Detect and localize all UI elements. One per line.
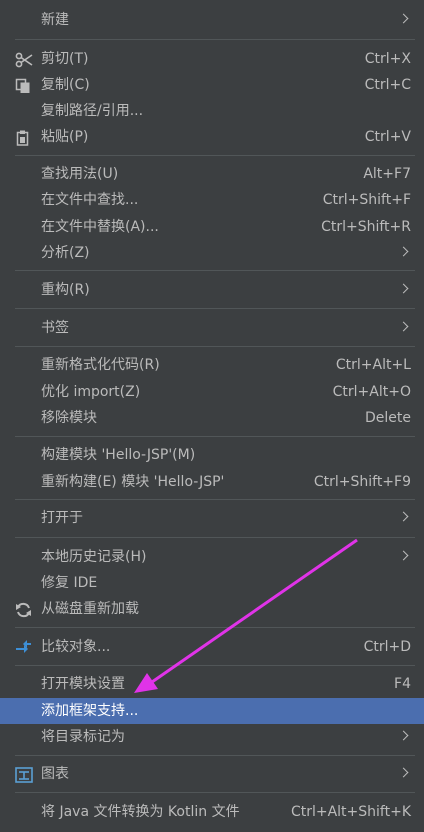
- annotation-arrow: [134, 538, 358, 693]
